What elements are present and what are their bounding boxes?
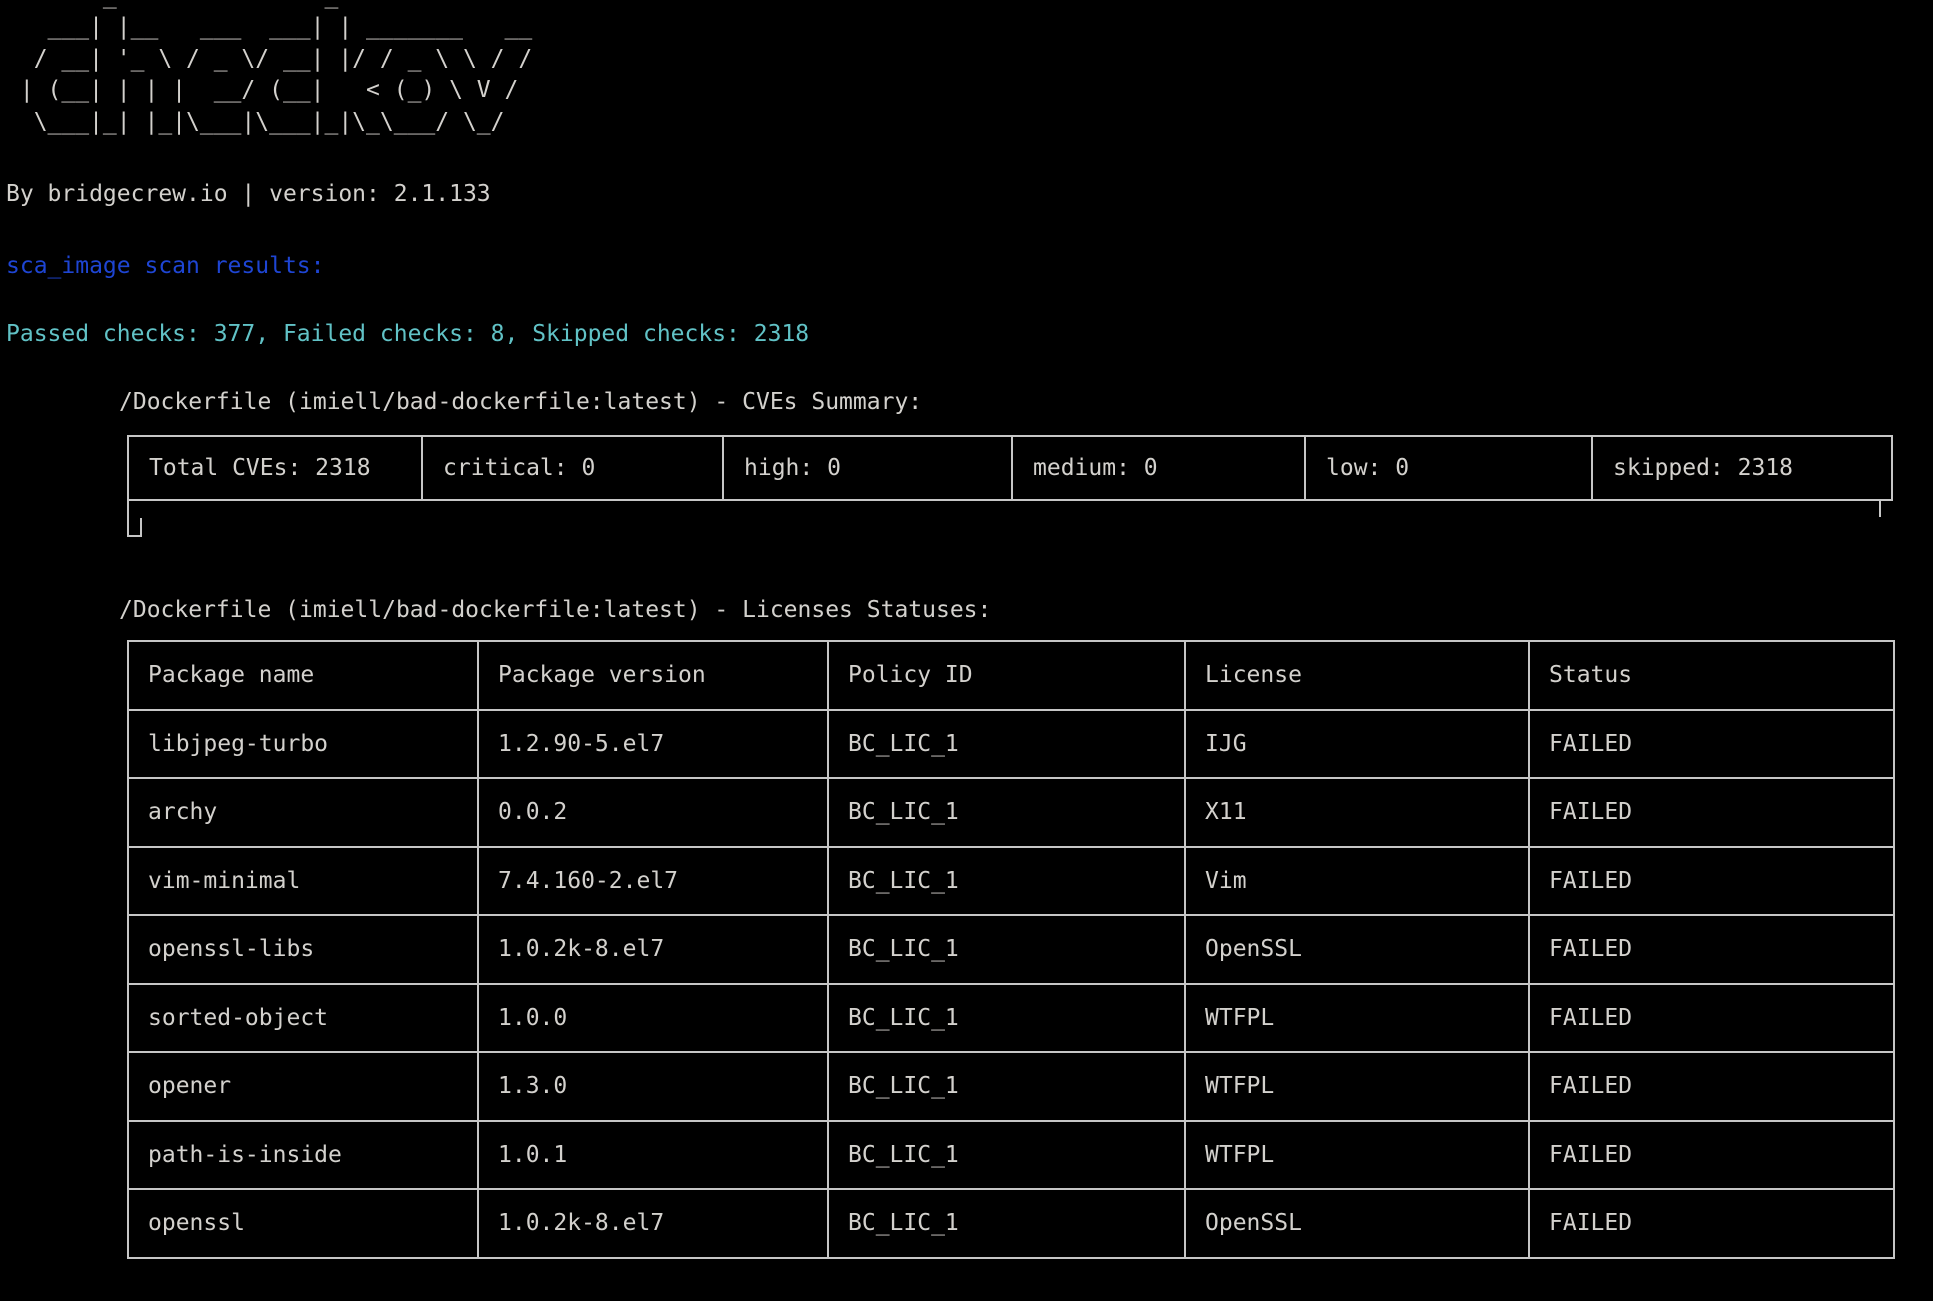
table-row: vim-minimal 7.4.160-2.el7 BC_LIC_1 Vim F… <box>128 847 1894 916</box>
licenses-header-row: Package name Package version Policy ID L… <box>128 641 1894 710</box>
col-header-license: License <box>1185 641 1529 710</box>
cell-status: FAILED <box>1529 778 1894 847</box>
cve-summary-table: Total CVEs: 2318 critical: 0 high: 0 med… <box>127 435 1893 501</box>
cell-policy-id: BC_LIC_1 <box>828 847 1185 916</box>
table-border-artifact-right-tick <box>1879 501 1881 517</box>
cell-license: IJG <box>1185 710 1529 779</box>
col-header-package-name: Package name <box>128 641 478 710</box>
cell-license: WTFPL <box>1185 984 1529 1053</box>
cell-package-name: openssl <box>128 1189 478 1258</box>
checkov-ascii-logo: _ _ ___| |__ ___ ___| | _______ __ / __|… <box>6 0 532 138</box>
cell-package-version: 0.0.2 <box>478 778 828 847</box>
table-border-artifact-right-leg <box>140 518 142 537</box>
terminal-screen: _ _ ___| |__ ___ ___| | _______ __ / __|… <box>0 0 1933 1301</box>
checks-summary-line: Passed checks: 377, Failed checks: 8, Sk… <box>6 319 809 350</box>
cell-license: Vim <box>1185 847 1529 916</box>
table-row: archy 0.0.2 BC_LIC_1 X11 FAILED <box>128 778 1894 847</box>
col-header-policy-id: Policy ID <box>828 641 1185 710</box>
table-row: path-is-inside 1.0.1 BC_LIC_1 WTFPL FAIL… <box>128 1121 1894 1190</box>
cve-cell-medium: medium: 0 <box>1011 437 1304 499</box>
cell-status: FAILED <box>1529 1121 1894 1190</box>
cell-license: WTFPL <box>1185 1121 1529 1190</box>
cell-policy-id: BC_LIC_1 <box>828 984 1185 1053</box>
cve-cell-high: high: 0 <box>722 437 1011 499</box>
cell-package-version: 1.3.0 <box>478 1052 828 1121</box>
col-header-status: Status <box>1529 641 1894 710</box>
table-border-artifact-left-leg <box>127 501 129 537</box>
cell-status: FAILED <box>1529 984 1894 1053</box>
cve-cell-total: Total CVEs: 2318 <box>129 437 421 499</box>
cell-policy-id: BC_LIC_1 <box>828 1052 1185 1121</box>
cell-status: FAILED <box>1529 1189 1894 1258</box>
cell-license: OpenSSL <box>1185 1189 1529 1258</box>
cell-package-version: 7.4.160-2.el7 <box>478 847 828 916</box>
version-byline: By bridgecrew.io | version: 2.1.133 <box>6 179 491 210</box>
table-row: opener 1.3.0 BC_LIC_1 WTFPL FAILED <box>128 1052 1894 1121</box>
cell-package-name: libjpeg-turbo <box>128 710 478 779</box>
licenses-statuses-title: /Dockerfile (imiell/bad-dockerfile:lates… <box>119 595 991 626</box>
cell-license: OpenSSL <box>1185 915 1529 984</box>
licenses-table: Package name Package version Policy ID L… <box>127 640 1895 1259</box>
cell-policy-id: BC_LIC_1 <box>828 1189 1185 1258</box>
cell-package-name: path-is-inside <box>128 1121 478 1190</box>
table-row: openssl 1.0.2k-8.el7 BC_LIC_1 OpenSSL FA… <box>128 1189 1894 1258</box>
cell-package-version: 1.0.2k-8.el7 <box>478 1189 828 1258</box>
cell-package-name: openssl-libs <box>128 915 478 984</box>
cell-package-version: 1.0.0 <box>478 984 828 1053</box>
cell-license: WTFPL <box>1185 1052 1529 1121</box>
cve-cell-critical: critical: 0 <box>421 437 722 499</box>
col-header-package-version: Package version <box>478 641 828 710</box>
scan-results-heading: sca_image scan results: <box>6 251 325 282</box>
cell-policy-id: BC_LIC_1 <box>828 778 1185 847</box>
cell-package-name: vim-minimal <box>128 847 478 916</box>
cve-summary-title: /Dockerfile (imiell/bad-dockerfile:lates… <box>119 387 922 418</box>
cell-status: FAILED <box>1529 1052 1894 1121</box>
cell-package-name: opener <box>128 1052 478 1121</box>
cell-package-version: 1.2.90-5.el7 <box>478 710 828 779</box>
cell-package-version: 1.0.1 <box>478 1121 828 1190</box>
cell-policy-id: BC_LIC_1 <box>828 1121 1185 1190</box>
cell-policy-id: BC_LIC_1 <box>828 710 1185 779</box>
cell-package-version: 1.0.2k-8.el7 <box>478 915 828 984</box>
table-row: openssl-libs 1.0.2k-8.el7 BC_LIC_1 OpenS… <box>128 915 1894 984</box>
cve-cell-skipped: skipped: 2318 <box>1591 437 1891 499</box>
cell-policy-id: BC_LIC_1 <box>828 915 1185 984</box>
cve-cell-low: low: 0 <box>1304 437 1591 499</box>
cell-status: FAILED <box>1529 847 1894 916</box>
cell-package-name: archy <box>128 778 478 847</box>
cell-license: X11 <box>1185 778 1529 847</box>
cell-status: FAILED <box>1529 710 1894 779</box>
table-row: sorted-object 1.0.0 BC_LIC_1 WTFPL FAILE… <box>128 984 1894 1053</box>
cell-package-name: sorted-object <box>128 984 478 1053</box>
table-row: libjpeg-turbo 1.2.90-5.el7 BC_LIC_1 IJG … <box>128 710 1894 779</box>
cell-status: FAILED <box>1529 915 1894 984</box>
